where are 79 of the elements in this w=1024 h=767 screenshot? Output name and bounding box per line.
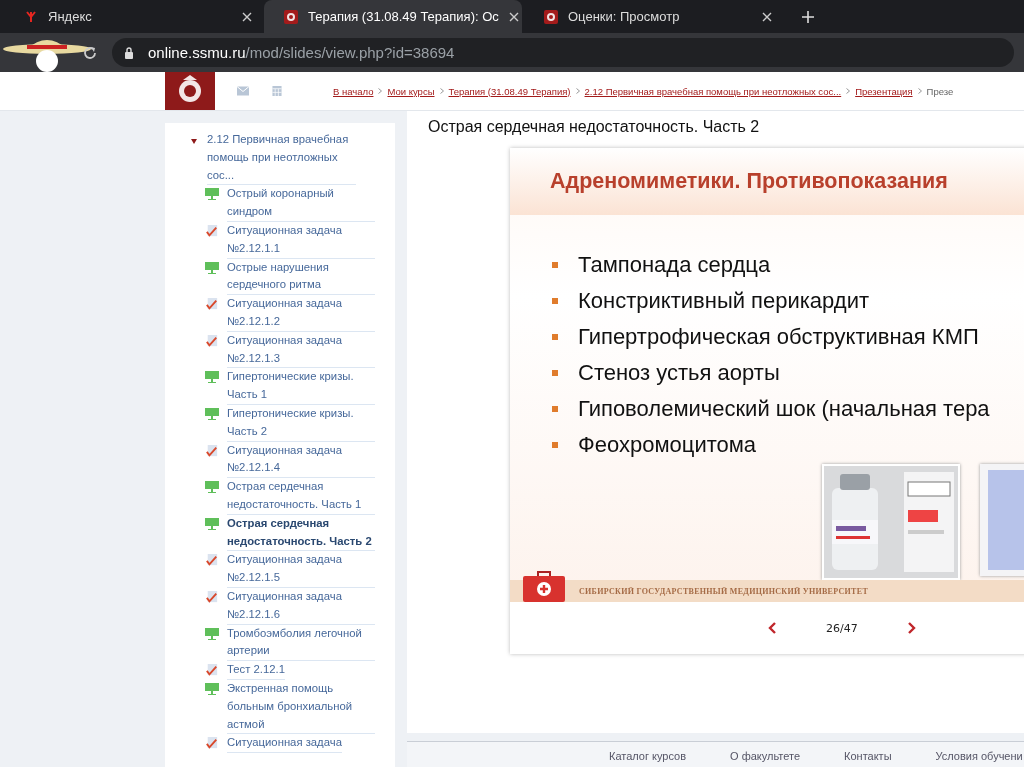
bullet-icon [552,297,558,304]
browser-tab[interactable]: Оценки: Просмотр [524,0,782,33]
checklist-icon [205,225,219,237]
breadcrumb-link[interactable]: 2.12 Первичная врачебная помощь при неотложных сос... [584,85,842,97]
breadcrumb-link[interactable]: Терапия (31.08.49 Терапия) [448,85,571,97]
chevron-icon [917,88,922,94]
chevron-icon [439,88,444,94]
monitor-icon [205,407,219,420]
monitor-icon [205,682,219,695]
activity-link[interactable]: Острая сердечная недостаточность. Часть 2 [227,514,375,552]
slide-heading: Адреномиметики. Противопоказания [550,169,948,194]
activity-link[interactable]: Острая сердечная недостаточность. Часть 1 [227,478,375,515]
activity-link[interactable]: Острые нарушения сердечного ритма [227,258,375,296]
browser-tab[interactable]: Терапия (31.08.49 Терапия): Ос [264,0,522,33]
bullet-text: Стеноз устья аорты [578,359,780,386]
browser-tab[interactable]: Яндекс [4,0,262,33]
checklist-icon [205,664,219,677]
monitor-icon [205,627,219,640]
bullet-icon [552,405,558,412]
address-field[interactable]: online.ssmu.ru/mod/slides/view.php?id=38694 [112,38,1014,67]
activity-link[interactable]: Тромбоэмболия легочной артерии [227,624,375,662]
checklist-icon [205,298,219,311]
activity-link[interactable]: Ситуационная задача №2.12.1.5 [227,551,375,588]
monitor-icon [205,481,219,494]
footer-link[interactable]: Условия обучени [935,750,1023,767]
bullet-text: Констриктивный перикардит [578,287,870,314]
checklist-icon [205,334,219,347]
activity-link[interactable]: Ситуационная задача №2.12.1.6 [227,587,375,625]
yandex-icon [24,9,38,24]
university-logo[interactable] [165,72,215,110]
bullet-text: Гипертрофическая обструктивная КМП [578,323,979,350]
activity-link[interactable]: Гипертонические кризы. Часть 1 [227,368,375,405]
chevron-icon [378,88,383,94]
activity-link[interactable]: Острый коронарный синдром [227,185,375,222]
footer-link[interactable]: О факультете [730,750,801,767]
bullet-text: Тампонада сердца [578,251,771,278]
bullet-text: Феохромоцитома [578,431,757,458]
close-icon[interactable] [762,11,772,22]
lock-icon [124,46,134,59]
bullet-icon [552,369,558,376]
page-title: Острая сердечная недостаточность. Часть 2 [428,118,761,136]
bullet-icon [552,261,558,268]
bullet-icon [552,333,558,340]
monitor-icon [205,517,219,530]
activity-link[interactable]: Тест 2.12.1 [227,661,285,680]
checklist-icon [205,444,219,457]
activity-link[interactable]: Ситуационная задача №2.12.1.2 [227,295,375,332]
crest-icon [284,9,298,24]
monitor-icon [205,261,219,274]
chevron-icon [846,88,851,94]
monitor-icon [205,188,219,201]
breadcrumb-link[interactable]: Мои курсы [387,85,435,97]
monitor-icon [205,371,219,384]
crest-icon [544,9,558,24]
footer-link[interactable]: Контакты [844,750,892,767]
activity-link[interactable]: Гипертонические кризы. Часть 2 [227,404,375,442]
activity-link[interactable]: Экстренная помощь больным бронхиальной астмой [227,679,375,735]
close-icon[interactable] [242,11,252,22]
breadcrumb-link[interactable]: Презентация [855,85,913,97]
checklist-icon [205,590,219,603]
new-tab-icon[interactable] [802,10,814,23]
page-counter: 26/47 [826,621,858,635]
chevron-icon [575,88,580,94]
activity-link[interactable]: Ситуационная задача №2.12.1.4 [227,441,375,479]
expanded-triangle-icon[interactable] [191,138,197,144]
checklist-icon [205,737,219,750]
activity-link[interactable]: Ситуационная задача №2.12.1.1 [227,222,375,259]
university-name: СИБИРСКИЙ ГОСУДАРСТВЕННЫЙ МЕДИЦИНСКИЙ УНИВЕРСИТЕТ [579,586,869,596]
footer-link[interactable]: Каталог курсов [609,750,687,767]
section-link[interactable]: 2.12 Первичная врачебная помощь при неотложных сос... [207,131,356,186]
close-icon[interactable] [508,11,519,22]
bullet-text: Гиповолемический шок (начальная тера [578,395,990,422]
activity-link[interactable]: Ситуационная задача [227,734,342,754]
breadcrumb-link[interactable]: В начало [333,85,374,97]
reload-icon[interactable] [82,44,98,61]
bullet-icon [552,441,558,448]
activity-link[interactable]: Ситуационная задача №2.12.1.3 [227,331,375,369]
checklist-icon [205,554,219,567]
breadcrumb-link[interactable]: Презе [926,85,954,97]
